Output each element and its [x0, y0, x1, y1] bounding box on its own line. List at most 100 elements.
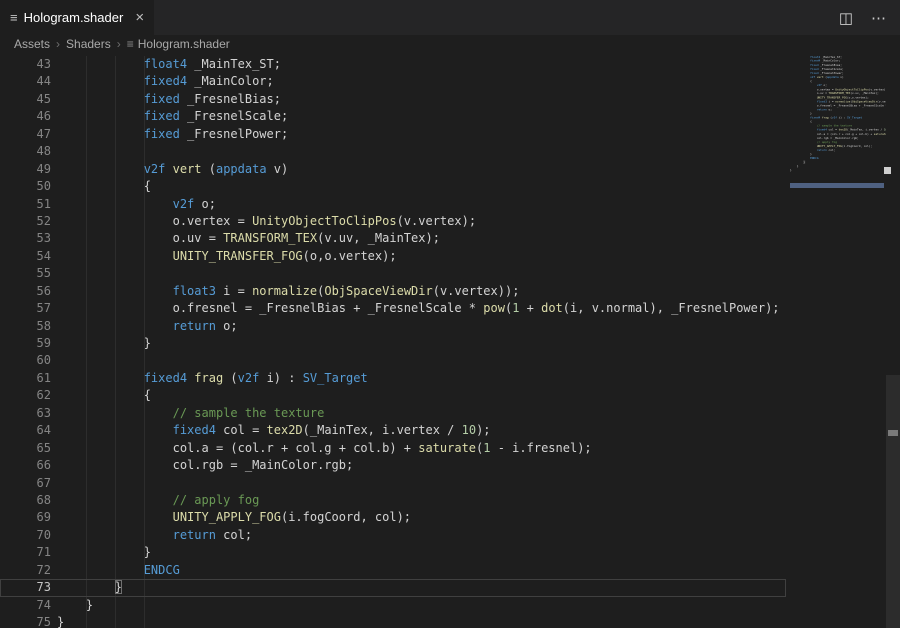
- code-text[interactable]: fixed4 _MainColor;: [57, 73, 274, 90]
- line-number: 49: [36, 161, 51, 176]
- code-text[interactable]: }: [57, 597, 93, 614]
- code-text[interactable]: v2f vert (appdata v): [57, 161, 289, 178]
- code-text[interactable]: }: [57, 335, 151, 352]
- code-line[interactable]: 57 o.fresnel = _FresnelBias + _FresnelSc…: [0, 300, 786, 317]
- code-editor[interactable]: 43 float4 _MainTex_ST; 44 fixed4 _MainCol…: [0, 52, 900, 628]
- breadcrumb-file[interactable]: ≡ Hologram.shader: [127, 37, 230, 51]
- line-number: 72: [36, 562, 51, 577]
- line-number: 51: [36, 196, 51, 211]
- line-number: 67: [36, 475, 51, 490]
- code-line[interactable]: 59 }: [0, 335, 786, 352]
- more-actions-icon[interactable]: ⋯: [871, 9, 886, 27]
- code-text[interactable]: ENDCG: [57, 562, 180, 579]
- code-text[interactable]: fixed _FresnelScale;: [57, 108, 289, 125]
- line-number: 50: [36, 179, 51, 194]
- code-line[interactable]: 43 float4 _MainTex_ST;: [0, 56, 786, 73]
- tab-bar: ≡ Hologram.shader × ◫ ⋯: [0, 0, 900, 35]
- line-number: 54: [36, 248, 51, 263]
- code-text[interactable]: }: [57, 579, 123, 596]
- code-line[interactable]: 67: [0, 475, 786, 492]
- code-text[interactable]: UNITY_TRANSFER_FOG(o,o.vertex);: [57, 248, 397, 265]
- code-line[interactable]: 70 return col;: [0, 527, 786, 544]
- code-line[interactable]: 47 fixed _FresnelPower;: [0, 126, 786, 143]
- code-text[interactable]: v2f o;: [57, 196, 216, 213]
- code-line[interactable]: 75}: [0, 614, 786, 628]
- code-line[interactable]: 58 return o;: [0, 318, 786, 335]
- code-text[interactable]: col.rgb = _MainColor.rgb;: [57, 457, 354, 474]
- scrollbar-thumb[interactable]: [886, 375, 900, 628]
- code-text[interactable]: o.fresnel = _FresnelBias + _FresnelScale…: [57, 300, 780, 317]
- code-text[interactable]: fixed _FresnelPower;: [57, 126, 289, 143]
- code-line[interactable]: 49 v2f vert (appdata v): [0, 161, 786, 178]
- code-line[interactable]: 64 fixed4 col = tex2D(_MainTex, i.vertex…: [0, 422, 786, 439]
- code-line[interactable]: 60: [0, 352, 786, 369]
- code-line[interactable]: 71 }: [0, 544, 786, 561]
- line-number: 55: [36, 266, 51, 281]
- shader-file-icon: ≡: [126, 36, 134, 51]
- split-editor-icon[interactable]: ◫: [839, 9, 853, 27]
- line-number: 60: [36, 353, 51, 368]
- code-line[interactable]: 74 }: [0, 597, 786, 614]
- line-number: 74: [36, 597, 51, 612]
- tab-hologram-shader[interactable]: ≡ Hologram.shader ×: [0, 0, 155, 35]
- breadcrumb: Assets › Shaders › ≡ Hologram.shader: [0, 35, 900, 52]
- code-text[interactable]: // sample the texture: [57, 405, 325, 422]
- code-text[interactable]: UNITY_APPLY_FOG(i.fogCoord, col);: [57, 509, 411, 526]
- line-number: 63: [36, 405, 51, 420]
- code-line[interactable]: 56 float3 i = normalize(ObjSpaceViewDir(…: [0, 283, 786, 300]
- code-text[interactable]: return o;: [57, 318, 238, 335]
- code-text[interactable]: {: [57, 387, 151, 404]
- line-number: 59: [36, 336, 51, 350]
- code-text[interactable]: fixed _FresnelBias;: [57, 91, 281, 108]
- code-text[interactable]: fixed4 col = tex2D(_MainTex, i.vertex / …: [57, 422, 491, 439]
- code-line-current[interactable]: 73 }: [0, 579, 786, 597]
- code-text[interactable]: o.vertex = UnityObjectToClipPos(v.vertex…: [57, 213, 476, 230]
- code-line[interactable]: 69 UNITY_APPLY_FOG(i.fogCoord, col);: [0, 509, 786, 526]
- breadcrumb-separator: ›: [116, 36, 121, 51]
- code-text[interactable]: {: [57, 178, 151, 195]
- line-number: 58: [36, 318, 51, 333]
- line-number: 65: [36, 440, 51, 455]
- code-line[interactable]: 48: [0, 143, 786, 160]
- line-number: 71: [36, 545, 51, 560]
- code-line[interactable]: 61 fixed4 frag (v2f i) : SV_Target: [0, 370, 786, 387]
- code-line[interactable]: 62 {: [0, 387, 786, 404]
- code-line[interactable]: 55: [0, 265, 786, 282]
- vertical-scrollbar[interactable]: [886, 52, 900, 628]
- code-line[interactable]: 44 fixed4 _MainColor;: [0, 73, 786, 90]
- code-text[interactable]: fixed4 frag (v2f i) : SV_Target: [57, 370, 368, 387]
- close-icon[interactable]: ×: [135, 9, 144, 26]
- code-line[interactable]: 52 o.vertex = UnityObjectToClipPos(v.ver…: [0, 213, 786, 230]
- code-text[interactable]: col.a = (col.r + col.g + col.b) + satura…: [57, 440, 592, 457]
- code-line[interactable]: 45 fixed _FresnelBias;: [0, 91, 786, 108]
- code-text[interactable]: }: [57, 544, 151, 561]
- line-number: 52: [36, 213, 51, 228]
- overview-ruler-mark: [884, 167, 891, 174]
- line-number: 43: [36, 57, 51, 71]
- code-line[interactable]: 53 o.uv = TRANSFORM_TEX(v.uv, _MainTex);: [0, 230, 786, 247]
- code-text[interactable]: }: [57, 614, 64, 628]
- editor-actions: ◫ ⋯: [839, 0, 886, 35]
- line-number: 69: [36, 510, 51, 525]
- code-line[interactable]: 51 v2f o;: [0, 196, 786, 213]
- code-line[interactable]: 54 UNITY_TRANSFER_FOG(o,o.vertex);: [0, 248, 786, 265]
- code-line[interactable]: 68 // apply fog: [0, 492, 786, 509]
- code-line[interactable]: 65 col.a = (col.r + col.g + col.b) + sat…: [0, 440, 786, 457]
- code-text[interactable]: return col;: [57, 527, 252, 544]
- breadcrumb-assets[interactable]: Assets: [14, 37, 50, 51]
- code-line[interactable]: 46 fixed _FresnelScale;: [0, 108, 786, 125]
- code-line[interactable]: 50 {: [0, 178, 786, 195]
- breadcrumb-shaders[interactable]: Shaders: [66, 37, 111, 51]
- line-number: 45: [36, 91, 51, 106]
- code-text[interactable]: o.uv = TRANSFORM_TEX(v.uv, _MainTex);: [57, 230, 440, 247]
- code-line[interactable]: 66 col.rgb = _MainColor.rgb;: [0, 457, 786, 474]
- code-text[interactable]: // apply fog: [57, 492, 260, 509]
- code-line[interactable]: 63 // sample the texture: [0, 405, 786, 422]
- minimap-highlight: [790, 183, 884, 188]
- code-text[interactable]: float3 i = normalize(ObjSpaceViewDir(v.v…: [57, 283, 520, 300]
- line-number: 66: [36, 458, 51, 473]
- tab-title: Hologram.shader: [23, 10, 124, 25]
- code-text[interactable]: float4 _MainTex_ST;: [57, 56, 281, 73]
- code-line[interactable]: 72 ENDCG: [0, 562, 786, 579]
- minimap-line: }: [790, 168, 792, 172]
